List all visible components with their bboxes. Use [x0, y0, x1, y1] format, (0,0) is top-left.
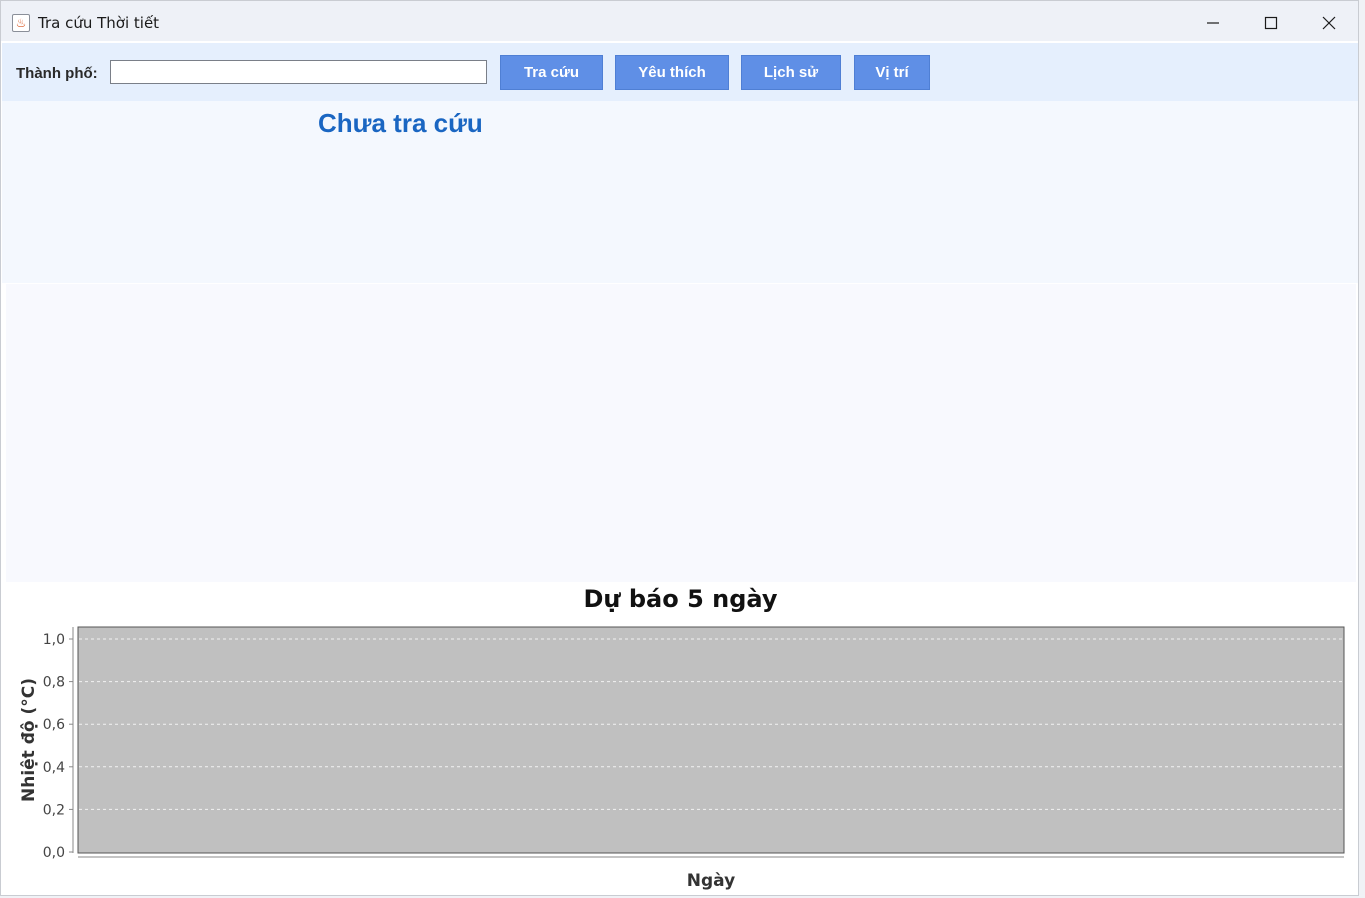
plot-area	[77, 626, 1345, 854]
forecast-chart: 0,0 0,2 0,4 0,6 0,8 1,0 Ngày Nhiệt độ (°C)	[19, 626, 1345, 891]
y-tick-label: 0,0	[43, 845, 65, 861]
y-tick-label: 1,0	[43, 632, 65, 648]
y-tick-label: 0,4	[43, 760, 65, 776]
x-axis-label: Ngày	[687, 871, 735, 891]
y-tick-label: 0,2	[43, 802, 65, 818]
y-tick-label: 0,6	[43, 717, 65, 733]
y-tick-label: 0,8	[43, 675, 65, 691]
app-window: ♨ Tra cứu Thời tiết Thành phố: Tra cứu Y…	[0, 0, 1359, 896]
y-axis-label: Nhiệt độ (°C)	[19, 678, 39, 802]
